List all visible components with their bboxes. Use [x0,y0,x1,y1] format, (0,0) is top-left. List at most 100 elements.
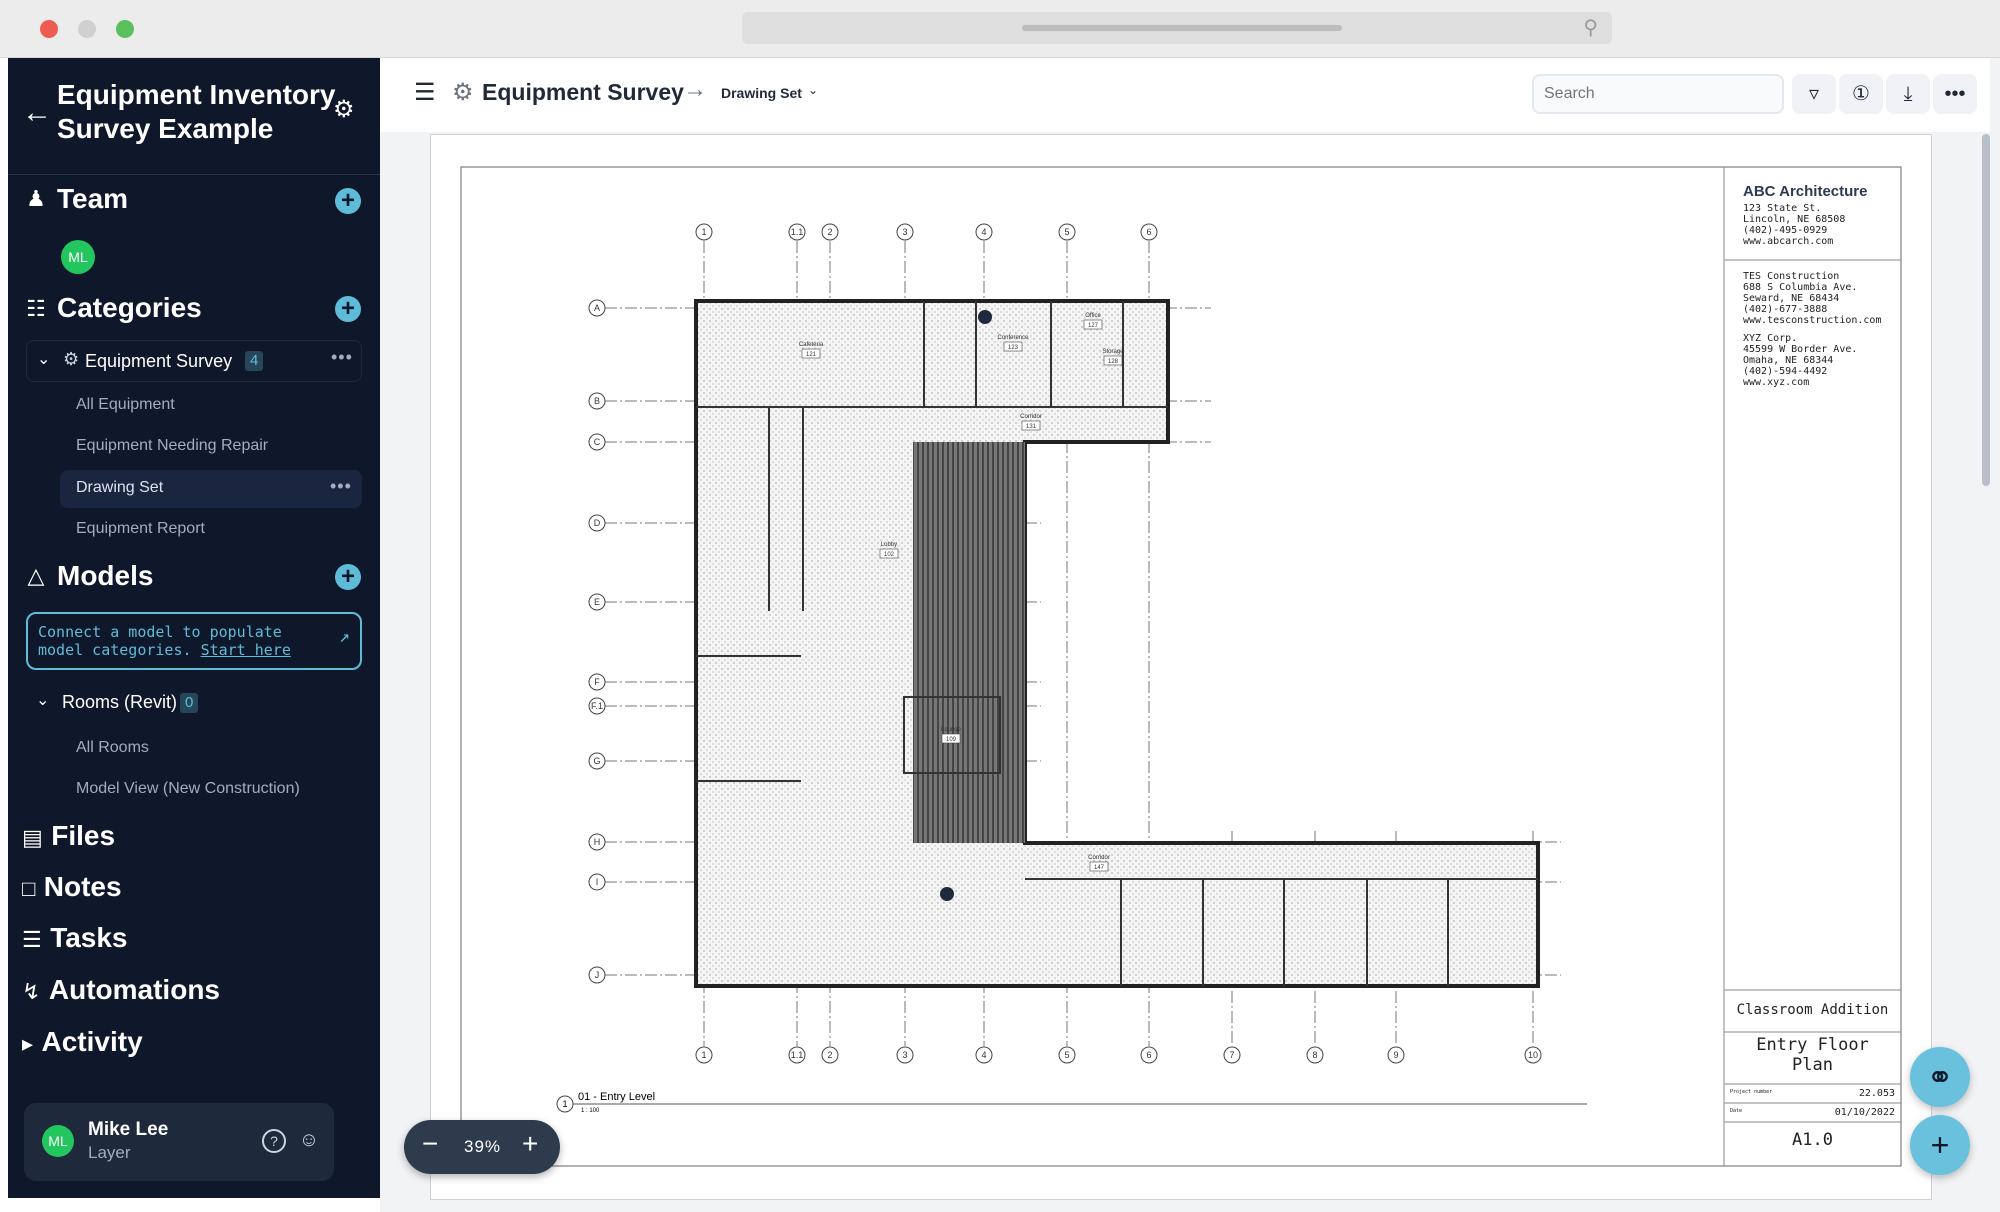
sidebar-item-all-equipment[interactable]: All Equipment [76,396,175,414]
more-options-button[interactable]: ••• [1933,74,1977,114]
info-button[interactable]: ① [1839,74,1883,114]
room-name: Lounge [941,727,962,733]
sidebar-item-drawing-set[interactable]: Drawing Set ••• [60,470,362,508]
sidebar-item-notes[interactable]: □ Notes [22,871,122,903]
project-number: 22.053 [1858,1088,1895,1099]
grid-label: F.1 [591,701,603,711]
user-avatar[interactable]: ML [42,1125,74,1157]
grid-label: 6 [1146,227,1151,237]
search-input[interactable] [1532,74,1784,114]
grid-label: 9 [1393,1050,1398,1060]
menu-icon[interactable]: ☰ [414,78,436,107]
user-card: ML Mike Lee Layer ? ☺ [24,1103,334,1181]
room-number: 131 [1026,424,1037,430]
sidebar-item-label: Tasks [50,922,128,953]
zoom-control: − 39% + [404,1120,560,1174]
megaphone-icon: ▸ [22,1031,34,1056]
user-name: Mike Lee [88,1119,169,1140]
building-outline [694,299,1540,988]
gear-icon: ⚙ [63,349,80,369]
avatar[interactable]: ML [61,240,95,274]
grid-label: 8 [1312,1050,1317,1060]
room-number: 128 [1108,359,1119,365]
add-button[interactable]: + [1910,1115,1970,1175]
add-category-button[interactable]: + [335,296,361,322]
minimize-window-button[interactable] [78,20,96,38]
chevron-down-icon[interactable]: ⌄ [37,349,50,369]
sidebar-item-label: Files [51,820,116,851]
filter-button[interactable]: ▿ [1792,74,1836,114]
gear-icon[interactable]: ⚙ [333,95,355,124]
arrow-right-icon: → [683,76,707,103]
add-team-member-button[interactable]: + [335,188,361,214]
bolt-icon: ↯ [22,979,41,1004]
grid-label: 7 [1229,1050,1234,1060]
grid-label: 1.1 [791,227,804,237]
date-label: Date [1730,1108,1743,1114]
sidebar-item-label: Notes [43,871,122,902]
firm-logo: ABC Architecture [1743,183,1868,200]
back-arrow-icon[interactable]: ← [22,96,52,130]
help-icon[interactable]: ? [262,1129,286,1153]
breadcrumb-current[interactable]: Drawing Set [721,85,802,101]
sidebar-item-model-view[interactable]: Model View (New Construction) [76,780,300,798]
room-number: 147 [1094,865,1105,871]
model-group-rooms[interactable]: Rooms (Revit) [62,692,177,713]
sheet-number: A1.0 [1792,1130,1833,1150]
view-title: 01 - Entry Level [578,1091,655,1103]
address-bar[interactable]: ⚲ [742,12,1612,44]
sidebar: ← Equipment Inventory Survey Example ⚙ ♟… [8,58,380,1198]
grid-label: 5 [1064,227,1069,237]
categories-heading: Categories [57,292,202,323]
info-icon: ① [1852,83,1870,105]
sidebar-item-equipment-report[interactable]: Equipment Report [76,520,205,538]
chevron-down-icon[interactable]: ⌄ [36,690,49,710]
arrow-up-right-icon: ↗ [339,626,350,647]
more-icon[interactable]: ••• [330,476,352,497]
sidebar-item-activity[interactable]: ▸ Activity [22,1026,143,1058]
sidebar-item-files[interactable]: ▤ Files [22,820,115,852]
breadcrumb-parent[interactable]: Equipment Survey [482,79,684,106]
download-button[interactable]: ⤓ [1886,74,1930,114]
vertical-scrollbar[interactable] [1982,134,1990,486]
share-link-button[interactable]: ⚭ [1910,1047,1970,1107]
room-name: Storage [1102,349,1124,355]
grid-label: I [596,877,599,887]
connect-model-callout[interactable]: Connect a model to populate model catego… [26,612,362,670]
zoom-out-button[interactable]: − [422,1128,438,1160]
more-icon[interactable]: ••• [331,347,353,368]
sidebar-item-tasks[interactable]: ☰ Tasks [22,922,128,954]
divider [8,174,380,175]
courtyard-hatch [913,442,1025,843]
grid-label: 10 [1528,1050,1538,1060]
sidebar-item-all-rooms[interactable]: All Rooms [76,739,149,757]
file-icon: ▤ [22,825,43,850]
sidebar-item-equipment-needing-repair[interactable]: Equipment Needing Repair [76,437,268,455]
grid-label: F [594,677,600,687]
user-profile-icon[interactable]: ☺ [294,1125,324,1155]
close-window-button[interactable] [40,20,58,38]
grid-label: 5 [1064,1050,1069,1060]
client-info: XYZ Corp. 45599 W Border Ave. Omaha, NE 68… [1743,333,1858,388]
start-here-link[interactable]: Start here [201,641,291,659]
sidebar-item-automations[interactable]: ↯ Automations [22,974,220,1006]
chevron-down-icon[interactable]: ⌄ [808,83,818,97]
cube-icon: △ [27,563,45,588]
sidebar-item-label: Drawing Set [76,479,164,496]
team-icon: ♟ [26,186,46,211]
grid-label: H [594,837,601,847]
maximize-window-button[interactable] [116,20,134,38]
grid-label: G [593,756,600,766]
project-number-label: Project number [1730,1089,1773,1095]
grid-label: 1.1 [791,1050,804,1060]
sidebar-item-label: Automations [48,974,220,1005]
contractor-info: TES Construction 688 S Columbia Ave. Sewar… [1743,271,1882,326]
firm-address: 123 State St. Lincoln, NE 68508 (402)-495-… [1743,203,1846,247]
zoom-in-button[interactable]: + [522,1128,538,1160]
grid-label: A [594,303,600,313]
more-icon: ••• [1944,83,1966,105]
grid-label: C [594,437,601,447]
category-equipment-survey[interactable]: ⌄ ⚙ Equipment Survey 4 ••• [26,340,362,382]
add-model-button[interactable]: + [335,564,361,590]
grid-label: 1 [701,227,706,237]
